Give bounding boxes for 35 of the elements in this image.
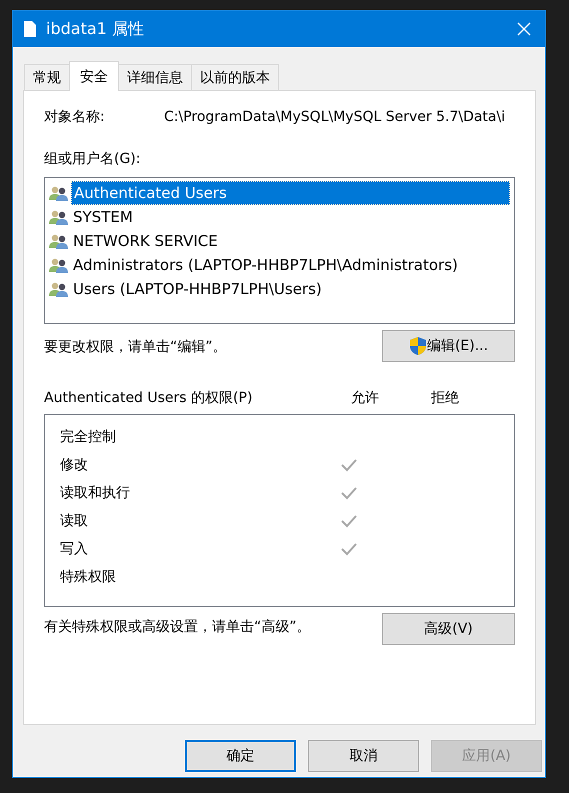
edit-button[interactable]: 编辑(E)... xyxy=(382,330,515,362)
close-icon[interactable] xyxy=(517,22,531,36)
users-icon xyxy=(49,185,69,201)
window-title: ibdata1 属性 xyxy=(46,18,144,40)
users-icon xyxy=(49,233,69,249)
list-item[interactable]: NETWORK SERVICE xyxy=(71,230,220,252)
groups-label: 组或用户名(G): xyxy=(44,150,142,169)
shield-icon xyxy=(408,336,427,356)
users-icon xyxy=(49,209,69,225)
edit-hint: 要更改权限，请单击“编辑”。 xyxy=(44,338,227,357)
list-item[interactable]: Authenticated Users xyxy=(71,181,510,205)
dialog-button[interactable]: 确定 xyxy=(185,740,296,772)
permission-name: 完全控制 xyxy=(60,428,117,446)
tab[interactable]: 以前的版本 xyxy=(191,64,279,90)
tab[interactable]: 常规 xyxy=(24,64,70,90)
permission-name: 特殊权限 xyxy=(60,568,117,586)
list-item[interactable]: SYSTEM xyxy=(71,206,135,228)
file-icon xyxy=(23,20,37,38)
permissions-label: Authenticated Users 的权限(P) xyxy=(44,389,252,408)
permission-name: 修改 xyxy=(60,456,89,474)
tab[interactable]: 安全 xyxy=(69,61,119,91)
advanced-hint: 有关特殊权限或高级设置，请单击“高级”。 xyxy=(44,618,311,636)
deny-header: 拒绝 xyxy=(430,389,460,408)
users-icon xyxy=(49,257,69,273)
permission-name: 写入 xyxy=(60,540,89,558)
list-item[interactable]: Administrators (LAPTOP-HHBP7LPH\Administrators) xyxy=(71,254,460,276)
object-name-value: C:\ProgramData\MySQL\MySQL Server 5.7\Data\i xyxy=(164,108,506,127)
permission-name: 读取和执行 xyxy=(60,484,131,502)
allow-header: 允许 xyxy=(350,389,380,408)
list-item[interactable]: Users (LAPTOP-HHBP7LPH\Users) xyxy=(71,278,324,300)
advanced-button[interactable]: 高级(V) xyxy=(382,613,515,645)
users-icon xyxy=(49,281,69,297)
dialog-button[interactable]: 取消 xyxy=(308,740,419,772)
object-name-label: 对象名称: xyxy=(44,108,106,127)
permission-name: 读取 xyxy=(60,512,89,530)
